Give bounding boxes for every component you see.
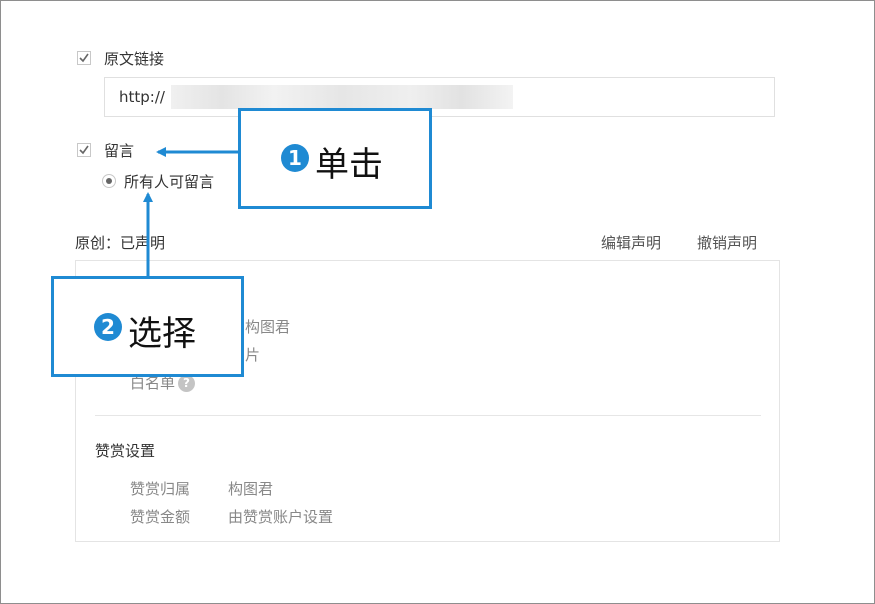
callout-number-1: 1 (281, 144, 309, 172)
callout-number-2: 2 (94, 313, 122, 341)
callout-text-click: 单击 (315, 145, 383, 185)
callout-click: 1 单击 (238, 108, 432, 209)
callout-text-select: 选择 (128, 314, 196, 354)
callout-select: 2 选择 (51, 276, 244, 377)
